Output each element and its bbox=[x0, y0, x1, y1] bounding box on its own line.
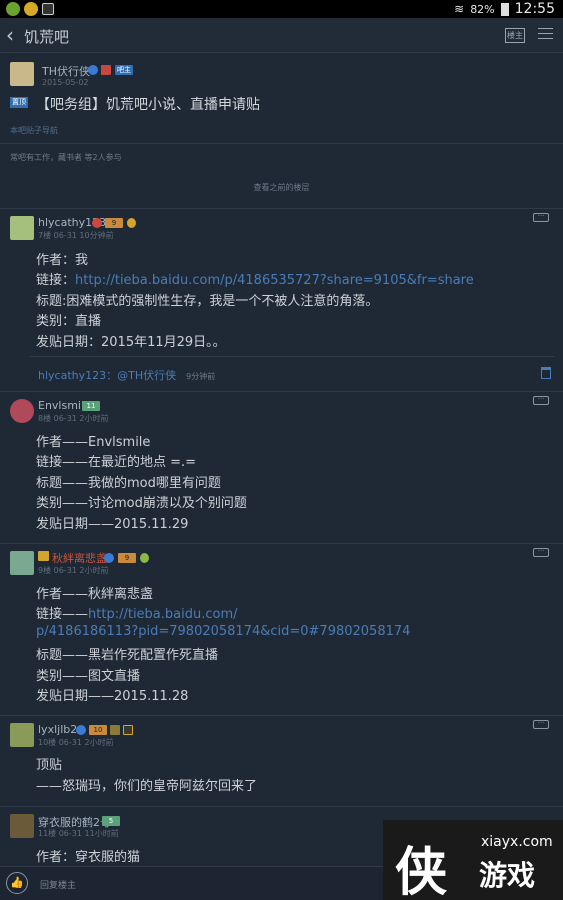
post-line: 标题——我做的mod哪里有问题 bbox=[36, 476, 221, 491]
post-link[interactable]: http://tieba.baidu.com/p/4186535727?shar… bbox=[75, 273, 474, 288]
sub-reply[interactable]: hlycathy123：@TH伏行侠 9分钟前 bbox=[38, 367, 215, 383]
post-line: 顶贴 bbox=[36, 758, 63, 773]
pinned-tag: 置顶 bbox=[10, 97, 28, 108]
status-bar: ≋ 82% 12:55 bbox=[0, 0, 563, 18]
post: hlycathy123 9 7楼 06-31 10分钟前 ··· 作者：我 链接… bbox=[0, 208, 563, 388]
thread-header: TH伏行侠 吧主 2015-05-02 置顶 【吧务组】饥荒吧小说、直播申请贴 … bbox=[0, 54, 563, 144]
post-line: 发贴日期：2015年11月29日。。 bbox=[36, 335, 226, 350]
post: 秋絆离悲盏 9 9楼 06-31 2小时前 ··· 作者——秋絆离悲盏 链接——… bbox=[0, 543, 563, 713]
nav-link[interactable]: 本吧贴子导航 bbox=[10, 125, 58, 136]
clock: 12:55 bbox=[514, 1, 555, 17]
avatar[interactable] bbox=[10, 551, 34, 575]
post-line: 作者——Envlsmile bbox=[36, 435, 151, 450]
avatar[interactable] bbox=[10, 62, 34, 86]
participants-note: 常吧有工作，藏书者 等2人参与 bbox=[10, 153, 122, 162]
avatar[interactable] bbox=[10, 723, 34, 747]
bulb-icon bbox=[140, 553, 149, 563]
reply-username[interactable]: hlycathy123 bbox=[38, 369, 106, 382]
watermark-glyph: 侠 bbox=[395, 842, 448, 900]
male-icon bbox=[104, 553, 114, 563]
shield-icon bbox=[123, 725, 133, 735]
more-options-icon[interactable]: ··· bbox=[533, 396, 549, 405]
post-line: 类别——图文直播 bbox=[36, 669, 141, 684]
post-line: 链接——在最近的地点 =.= bbox=[36, 455, 197, 470]
more-options-icon[interactable]: ··· bbox=[533, 720, 549, 729]
male-icon bbox=[88, 65, 98, 75]
reply-divider bbox=[30, 356, 555, 357]
more-options-icon[interactable]: ··· bbox=[533, 548, 549, 557]
view-previous-floors[interactable]: 查看之前的楼层 bbox=[0, 182, 563, 193]
post-link[interactable]: http://tieba.baidu.com/ bbox=[88, 607, 237, 622]
app-bar: ‹ 饥荒吧 楼主 bbox=[0, 18, 563, 53]
post-username[interactable]: lyxljlb2 bbox=[38, 723, 77, 736]
reply-text: ：@TH伏行侠 bbox=[106, 369, 177, 382]
thread-date: 2015-05-02 bbox=[42, 78, 89, 87]
post-line: 类别：直播 bbox=[36, 314, 102, 329]
male-icon bbox=[76, 725, 86, 735]
battery-icon bbox=[500, 2, 509, 16]
member-badge-icon bbox=[110, 725, 120, 735]
battery-percent: 82% bbox=[470, 2, 495, 16]
only-op-button[interactable]: 楼主 bbox=[505, 28, 525, 43]
watermark-logo: 侠 xiayx.com 游戏 bbox=[383, 820, 563, 900]
post-line: 作者——秋絆离悲盏 bbox=[36, 587, 154, 602]
watermark-url: xiayx.com bbox=[481, 834, 553, 850]
watermark-text: 游戏 bbox=[479, 859, 536, 892]
reply-time: 9分钟前 bbox=[186, 372, 216, 381]
level-badge: 9 bbox=[118, 553, 136, 563]
back-arrow-icon[interactable]: ‹ bbox=[6, 23, 14, 47]
wifi-icon: ≋ bbox=[454, 2, 465, 16]
post-line: 类别——讨论mod崩溃以及个别问题 bbox=[36, 496, 247, 511]
post-meta: 8楼 06-31 2小时前 bbox=[38, 414, 109, 423]
level-badge: 9 bbox=[105, 218, 123, 228]
post-line: 发贴日期——2015.11.29 bbox=[36, 517, 189, 532]
post-meta: 9楼 06-31 2小时前 bbox=[38, 566, 109, 575]
thumbs-up-icon[interactable]: 👍 bbox=[6, 872, 28, 894]
post-line: 链接——http://tieba.baidu.com/ bbox=[36, 603, 238, 622]
notification-app-icon bbox=[6, 2, 20, 16]
back-label[interactable]: 饥荒吧 bbox=[24, 26, 69, 47]
post: lyxljlb2 10 10楼 06-31 2小时前 ··· 顶贴 ——怒瑞玛，… bbox=[0, 715, 563, 802]
post-meta: 7楼 06-31 10分钟前 bbox=[38, 231, 114, 240]
post-line: 标题——黑岩作死配置作死直播 bbox=[36, 648, 219, 663]
more-options-icon[interactable]: ··· bbox=[533, 213, 549, 222]
post-line-label: 链接—— bbox=[36, 607, 89, 622]
crown-icon bbox=[38, 551, 49, 561]
post-line: 发贴日期——2015.11.28 bbox=[36, 689, 189, 704]
post-line: 作者：穿衣服的猫 bbox=[36, 850, 141, 865]
thread-title: 【吧务组】饥荒吧小说、直播申请贴 bbox=[36, 97, 260, 113]
post-link[interactable]: p/4186186113?pid=79802058174&cid=0#79802… bbox=[36, 624, 410, 639]
post-line-label: 链接： bbox=[36, 273, 76, 288]
image-notification-icon bbox=[42, 3, 54, 15]
post-meta: 11楼 06-31 11小时前 bbox=[38, 829, 119, 838]
avatar[interactable] bbox=[10, 399, 34, 423]
gender-icon bbox=[92, 218, 102, 228]
post-username[interactable]: 秋絆离悲盏 bbox=[52, 550, 107, 566]
level-badge: 11 bbox=[82, 401, 100, 411]
post-meta: 10楼 06-31 2小时前 bbox=[38, 738, 114, 747]
admin-badge: 吧主 bbox=[115, 65, 133, 75]
divider bbox=[0, 143, 563, 144]
delete-icon[interactable] bbox=[541, 367, 551, 379]
thread-author[interactable]: TH伏行侠 bbox=[42, 63, 90, 79]
post-line: 标题:困难模式的强制性生存，我是一个不被人注意的角落。 bbox=[36, 294, 379, 309]
reply-input[interactable]: 回复楼主 bbox=[40, 878, 76, 891]
level-badge: 5 bbox=[102, 816, 120, 826]
post-line: 作者：我 bbox=[36, 253, 89, 268]
bulb-icon bbox=[127, 218, 136, 228]
menu-icon[interactable] bbox=[538, 28, 553, 40]
avatar[interactable] bbox=[10, 216, 34, 240]
post: Envlsmile 11 8楼 06-31 2小时前 ··· 作者——Envls… bbox=[0, 391, 563, 543]
level-badge: 10 bbox=[89, 725, 107, 735]
notification-app-icon-2 bbox=[24, 2, 38, 16]
avatar[interactable] bbox=[10, 814, 34, 838]
post-line: 链接：http://tieba.baidu.com/p/4186535727?s… bbox=[36, 269, 474, 288]
post-line: ——怒瑞玛，你们的皇帝阿兹尔回来了 bbox=[36, 779, 258, 794]
medal-icon bbox=[101, 65, 111, 75]
